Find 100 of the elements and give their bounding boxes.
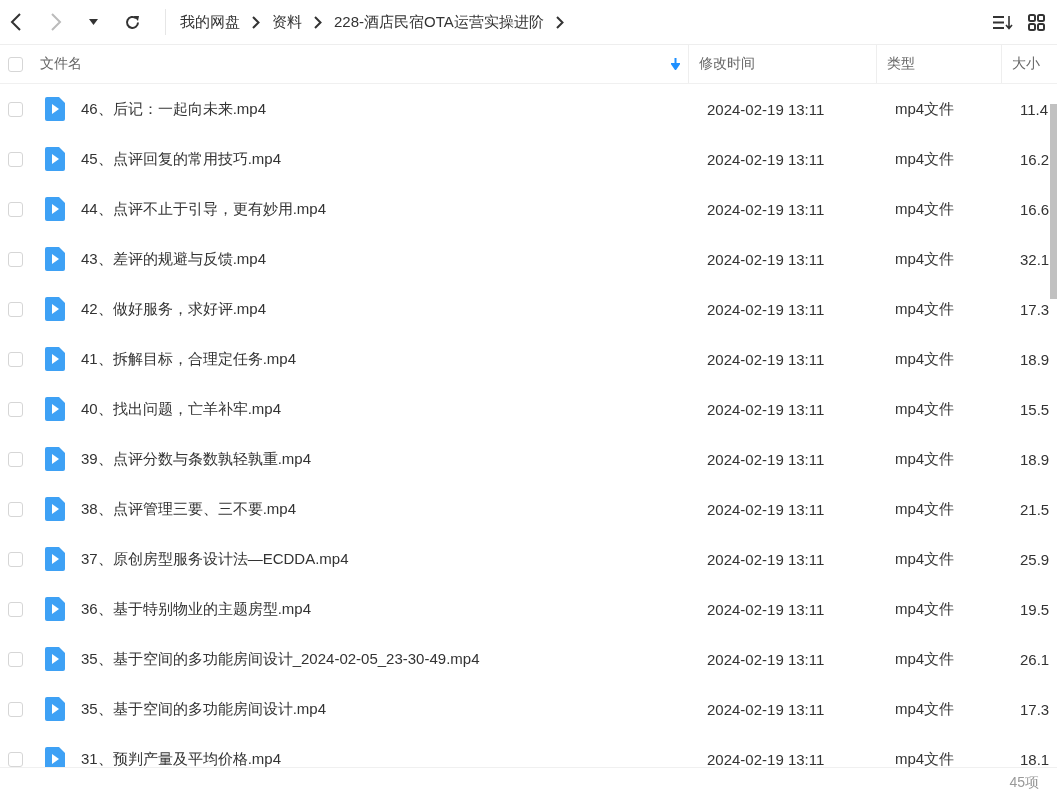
row-checkbox[interactable] [8,501,23,517]
file-name[interactable]: 39、点评分数与条数孰轻孰重.mp4 [81,449,707,469]
file-type: mp4文件 [895,249,956,269]
file-type: mp4文件 [895,99,956,119]
row-checkbox[interactable] [8,201,23,217]
video-file-icon [45,397,65,421]
chevron-icon [252,15,260,29]
forward-icon[interactable] [49,13,63,31]
row-checkbox[interactable] [8,601,23,617]
file-size: 25.9 [1020,550,1050,568]
file-size: 21.5 [1020,500,1050,518]
column-header[interactable]: 大小 [1012,55,1040,73]
file-name[interactable]: 38、点评管理三要、三不要.mp4 [81,499,707,519]
modified-time: 2024-02-19 13:11 [707,600,826,618]
select-all-checkbox[interactable] [8,56,23,72]
column-header[interactable]: 类型 [887,55,915,73]
row-checkbox[interactable] [8,351,23,367]
file-type: mp4文件 [895,599,956,619]
video-file-icon [45,97,65,121]
file-name[interactable]: 31、预判产量及平均价格.mp4 [81,749,707,767]
breadcrumb-item[interactable]: 资料 [272,12,302,32]
file-size: 18.9 [1020,450,1050,468]
file-name[interactable]: 35、基于空间的多功能房间设计_2024-02-05_23-30-49.mp4 [81,649,707,669]
file-name[interactable]: 43、差评的规避与反馈.mp4 [81,249,707,269]
file-size: 15.5 [1020,400,1050,418]
row-checkbox[interactable] [8,401,23,417]
file-type: mp4文件 [895,199,956,219]
column-header[interactable]: 文件名 [40,55,82,73]
row-checkbox[interactable] [8,101,23,117]
row-checkbox[interactable] [8,701,23,717]
modified-time: 2024-02-19 13:11 [707,100,826,118]
modified-time: 2024-02-19 13:11 [707,700,826,718]
file-type: mp4文件 [895,649,956,669]
file-type: mp4文件 [895,749,956,767]
file-size: 26.1 [1020,650,1050,668]
video-file-icon [45,347,65,371]
file-type: mp4文件 [895,349,956,369]
file-size: 17.3 [1020,700,1050,718]
refresh-icon[interactable] [124,13,141,31]
video-file-icon [45,197,65,221]
file-name[interactable]: 35、基于空间的多功能房间设计.mp4 [81,699,707,719]
file-size: 17.3 [1020,300,1050,318]
modified-time: 2024-02-19 13:11 [707,350,826,368]
row-checkbox[interactable] [8,151,23,167]
modified-time: 2024-02-19 13:11 [707,400,826,418]
modified-time: 2024-02-19 13:11 [707,500,826,518]
chevron-icon [555,15,564,29]
file-size: 16.2 [1020,150,1050,168]
file-name[interactable]: 42、做好服务，求好评.mp4 [81,299,707,319]
row-checkbox[interactable] [8,451,23,467]
row-checkbox[interactable] [8,651,23,667]
back-icon[interactable] [9,13,23,31]
file-name[interactable]: 36、基于特别物业的主题房型.mp4 [81,599,707,619]
file-name[interactable]: 45、点评回复的常用技巧.mp4 [81,149,707,169]
modified-time: 2024-02-19 13:11 [707,550,826,568]
file-type: mp4文件 [895,499,956,519]
file-size: 18.1 [1020,750,1050,767]
modified-time: 2024-02-19 13:11 [707,150,826,168]
modified-time: 2024-02-19 13:11 [707,750,826,767]
modified-time: 2024-02-19 13:11 [707,250,826,268]
video-file-icon [45,147,65,171]
file-type: mp4文件 [895,299,956,319]
file-type: mp4文件 [895,549,956,569]
video-file-icon [45,647,65,671]
row-checkbox[interactable] [8,751,23,767]
video-file-icon [45,697,65,721]
file-name[interactable]: 37、原创房型服务设计法—ECDDA.mp4 [81,549,707,569]
file-size: 32.1 [1020,250,1050,268]
column-header[interactable]: 修改时间 [699,55,755,73]
breadcrumb-item[interactable]: 228-酒店民宿OTA运营实操进阶 [334,12,544,32]
file-size: 16.6 [1020,200,1050,218]
file-name[interactable]: 44、点评不止于引导，更有妙用.mp4 [81,199,707,219]
row-checkbox[interactable] [8,551,23,567]
file-name[interactable]: 41、拆解目标，合理定任务.mp4 [81,349,707,369]
dropdown-icon[interactable] [89,19,98,25]
video-file-icon [45,597,65,621]
modified-time: 2024-02-19 13:11 [707,650,826,668]
modified-time: 2024-02-19 13:11 [707,300,826,318]
video-file-icon [45,547,65,571]
file-name[interactable]: 46、后记：一起向未来.mp4 [81,99,707,119]
breadcrumb-item[interactable]: 我的网盘 [180,12,240,32]
row-checkbox[interactable] [8,251,23,267]
file-name[interactable]: 40、找出问题，亡羊补牢.mp4 [81,399,707,419]
file-size: 18.9 [1020,350,1050,368]
modified-time: 2024-02-19 13:11 [707,200,826,218]
video-file-icon [45,247,65,271]
chevron-icon [314,15,322,29]
row-checkbox[interactable] [8,301,23,317]
file-type: mp4文件 [895,399,956,419]
file-type: mp4文件 [895,149,956,169]
item-count: 45项 [1009,773,1039,792]
video-file-icon [45,497,65,521]
file-type: mp4文件 [895,449,956,469]
file-size: 11.4 [1020,100,1050,118]
video-file-icon [45,297,65,321]
video-file-icon [45,747,65,767]
grid-view-icon[interactable] [1028,13,1045,31]
sort-icon[interactable] [993,14,1014,30]
modified-time: 2024-02-19 13:11 [707,450,826,468]
file-size: 19.5 [1020,600,1050,618]
